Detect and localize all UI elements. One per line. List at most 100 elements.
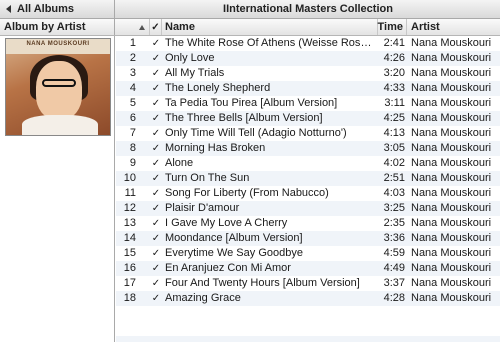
track-number: 3 bbox=[129, 67, 136, 79]
track-number: 6 bbox=[129, 112, 136, 124]
album-pane: NANA MOUSKOURI bbox=[0, 36, 115, 342]
track-number: 12 bbox=[123, 202, 136, 214]
track-checkbox[interactable]: ✓ bbox=[150, 171, 162, 186]
track-name: Moondance [Album Version] bbox=[165, 232, 303, 244]
track-number: 14 bbox=[123, 232, 136, 244]
track-checkbox[interactable]: ✓ bbox=[150, 126, 162, 141]
track-row[interactable]: 3 ✓ All My Trials 3:20 Nana Mouskouri bbox=[116, 66, 500, 81]
track-row[interactable]: 14 ✓ Moondance [Album Version] 3:36 Nana… bbox=[116, 231, 500, 246]
track-row[interactable]: 9 ✓ Alone 4:02 Nana Mouskouri bbox=[116, 156, 500, 171]
track-name: Everytime We Say Goodbye bbox=[165, 247, 303, 259]
track-checkbox[interactable]: ✓ bbox=[150, 96, 162, 111]
track-number: 2 bbox=[129, 52, 136, 64]
track-name: Plaisir D'amour bbox=[165, 202, 240, 214]
track-name: Morning Has Broken bbox=[165, 142, 266, 154]
track-artist: Nana Mouskouri bbox=[411, 187, 492, 199]
track-checkbox[interactable]: ✓ bbox=[150, 51, 162, 66]
track-row[interactable]: 2 ✓ Only Love 4:26 Nana Mouskouri bbox=[116, 51, 500, 66]
artist-column-header[interactable]: Artist bbox=[407, 19, 500, 35]
track-time: 4:33 bbox=[383, 82, 405, 94]
track-row[interactable]: 5 ✓ Ta Pedia Tou Pirea [Album Version] 3… bbox=[116, 96, 500, 111]
track-name: En Aranjuez Con Mi Amor bbox=[165, 262, 291, 274]
track-artist: Nana Mouskouri bbox=[411, 67, 492, 79]
track-time: 4:26 bbox=[383, 52, 405, 64]
track-row[interactable]: 13 ✓ I Gave My Love A Cherry 2:35 Nana M… bbox=[116, 216, 500, 231]
track-checkbox[interactable]: ✓ bbox=[150, 216, 162, 231]
name-column-header[interactable]: Name bbox=[162, 19, 378, 35]
track-checkbox[interactable]: ✓ bbox=[150, 261, 162, 276]
track-row[interactable]: 8 ✓ Morning Has Broken 3:05 Nana Mouskou… bbox=[116, 141, 500, 156]
cover-artist-text: NANA MOUSKOURI bbox=[26, 41, 90, 47]
track-number: 1 bbox=[129, 37, 136, 49]
album-cover-art[interactable]: NANA MOUSKOURI bbox=[6, 39, 110, 135]
track-time: 4:28 bbox=[383, 292, 405, 304]
track-number-header[interactable] bbox=[116, 19, 150, 35]
track-name: Song For Liberty (From Nabucco) bbox=[165, 187, 329, 199]
track-time: 3:05 bbox=[383, 142, 405, 154]
track-artist: Nana Mouskouri bbox=[411, 232, 492, 244]
checkbox-column-header[interactable]: ✓ bbox=[150, 19, 162, 35]
track-artist: Nana Mouskouri bbox=[411, 82, 492, 94]
back-arrow-icon bbox=[6, 5, 11, 13]
track-row[interactable]: 11 ✓ Song For Liberty (From Nabucco) 4:0… bbox=[116, 186, 500, 201]
track-checkbox[interactable]: ✓ bbox=[150, 66, 162, 81]
track-number: 9 bbox=[129, 157, 136, 169]
time-column-header[interactable]: Time bbox=[378, 19, 407, 35]
track-artist: Nana Mouskouri bbox=[411, 112, 492, 124]
track-checkbox[interactable]: ✓ bbox=[150, 81, 162, 96]
track-checkbox[interactable]: ✓ bbox=[150, 156, 162, 171]
track-checkbox[interactable]: ✓ bbox=[150, 201, 162, 216]
cover-shirt bbox=[22, 115, 98, 135]
track-time: 2:35 bbox=[383, 217, 405, 229]
album-by-artist-header[interactable]: Album by Artist bbox=[0, 19, 115, 35]
track-row[interactable]: 1 ✓ The White Rose Of Athens (Weisse Ros… bbox=[116, 36, 500, 51]
track-row[interactable]: 4 ✓ The Lonely Shepherd 4:33 Nana Mousko… bbox=[116, 81, 500, 96]
track-name: Ta Pedia Tou Pirea [Album Version] bbox=[165, 97, 338, 109]
track-checkbox[interactable]: ✓ bbox=[150, 246, 162, 261]
track-time: 2:51 bbox=[383, 172, 405, 184]
track-time: 3:37 bbox=[383, 277, 405, 289]
track-row[interactable]: 18 ✓ Amazing Grace 4:28 Nana Mouskouri bbox=[116, 291, 500, 306]
cover-glasses-icon bbox=[42, 79, 76, 87]
track-checkbox[interactable]: ✓ bbox=[150, 186, 162, 201]
track-row[interactable]: 10 ✓ Turn On The Sun 2:51 Nana Mouskouri bbox=[116, 171, 500, 186]
all-albums-button[interactable]: All Albums bbox=[0, 0, 115, 18]
track-name: Only Time Will Tell (Adagio Notturno') bbox=[165, 127, 347, 139]
track-checkbox[interactable]: ✓ bbox=[150, 231, 162, 246]
track-number: 13 bbox=[123, 217, 136, 229]
track-time: 2:41 bbox=[383, 37, 405, 49]
track-checkbox[interactable]: ✓ bbox=[150, 291, 162, 306]
track-artist: Nana Mouskouri bbox=[411, 247, 492, 259]
track-checkbox[interactable]: ✓ bbox=[150, 111, 162, 126]
track-checkbox[interactable]: ✓ bbox=[150, 141, 162, 156]
track-number: 11 bbox=[124, 187, 136, 199]
track-time: 4:59 bbox=[383, 247, 405, 259]
track-number: 10 bbox=[123, 172, 136, 184]
track-number: 4 bbox=[129, 82, 136, 94]
track-artist: Nana Mouskouri bbox=[411, 217, 492, 229]
track-row[interactable]: 6 ✓ The Three Bells [Album Version] 4:25… bbox=[116, 111, 500, 126]
track-name: Alone bbox=[165, 157, 194, 169]
cover-face bbox=[36, 61, 82, 119]
track-time: 4:02 bbox=[383, 157, 405, 169]
track-checkbox[interactable]: ✓ bbox=[150, 276, 162, 291]
track-artist: Nana Mouskouri bbox=[411, 37, 492, 49]
track-artist: Nana Mouskouri bbox=[411, 202, 492, 214]
track-number: 8 bbox=[129, 142, 136, 154]
track-row[interactable]: 16 ✓ En Aranjuez Con Mi Amor 4:49 Nana M… bbox=[116, 261, 500, 276]
track-row[interactable]: 12 ✓ Plaisir D'amour 3:25 Nana Mouskouri bbox=[116, 201, 500, 216]
track-number: 15 bbox=[123, 247, 136, 259]
track-name: Only Love bbox=[165, 52, 215, 64]
track-artist: Nana Mouskouri bbox=[411, 97, 492, 109]
track-checkbox[interactable]: ✓ bbox=[150, 36, 162, 51]
track-time: 4:25 bbox=[383, 112, 405, 124]
track-number: 5 bbox=[129, 97, 136, 109]
track-time: 4:13 bbox=[383, 127, 405, 139]
track-row[interactable]: 7 ✓ Only Time Will Tell (Adagio Notturno… bbox=[116, 126, 500, 141]
track-number: 16 bbox=[123, 262, 136, 274]
track-row[interactable]: 15 ✓ Everytime We Say Goodbye 4:59 Nana … bbox=[116, 246, 500, 261]
track-name: The White Rose Of Athens (Weisse Rosen A… bbox=[165, 37, 375, 49]
track-time: 3:11 bbox=[384, 97, 405, 109]
track-name: Turn On The Sun bbox=[165, 172, 250, 184]
track-row[interactable]: 17 ✓ Four And Twenty Hours [Album Versio… bbox=[116, 276, 500, 291]
